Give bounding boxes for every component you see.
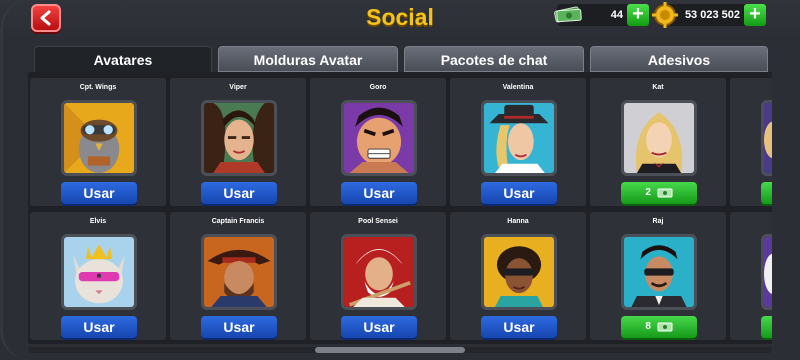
avatar-name: Valentina xyxy=(502,84,534,91)
avatar-name: Elvis xyxy=(89,218,107,225)
cash-counter: 44 + xyxy=(554,4,649,26)
use-avatar-button[interactable]: Usar xyxy=(61,182,137,204)
tab-adesivos[interactable]: Adesivos xyxy=(590,46,768,72)
avatar-portrait xyxy=(621,100,697,176)
avatar-card[interactable]: Captain Francis Usar xyxy=(170,212,306,340)
tab-bar: Avatares Molduras Avatar Pacotes de chat… xyxy=(34,46,768,74)
avatar-card[interactable]: Pool Sensei Usar xyxy=(310,212,446,340)
avatar-name: Raj xyxy=(652,218,664,225)
avatar-card[interactable]: Hanna Usar xyxy=(450,212,586,340)
use-avatar-button[interactable]: Usar xyxy=(481,316,557,338)
tab-molduras-avatar[interactable]: Molduras Avatar xyxy=(218,46,398,72)
avatar-card[interactable]: Cpt. Wings Usar xyxy=(30,78,166,206)
coin-icon xyxy=(652,2,678,28)
avatar-portrait xyxy=(761,234,772,310)
avatar-name: Hanna xyxy=(507,218,529,225)
avatar-card[interactable]: Goro Usar xyxy=(310,78,446,206)
buy-avatar-button[interactable] xyxy=(761,316,772,338)
avatar-card[interactable]: Viper Usar xyxy=(170,78,306,206)
tab-avatares[interactable]: Avatares xyxy=(34,46,212,74)
avatar-name: Viper xyxy=(229,84,247,91)
avatar-name: Goro xyxy=(369,84,387,91)
add-coins-button[interactable]: + xyxy=(744,4,766,26)
avatar-card[interactable]: Valentina Usar xyxy=(450,78,586,206)
avatar-portrait xyxy=(61,234,137,310)
avatar-portrait xyxy=(481,234,557,310)
buy-avatar-button[interactable] xyxy=(761,182,772,204)
use-avatar-button[interactable]: Usar xyxy=(61,316,137,338)
avatar-card-partial[interactable] xyxy=(730,78,772,206)
horizontal-scrollbar[interactable] xyxy=(28,347,772,353)
avatar-price: 2 xyxy=(645,187,651,198)
avatar-portrait xyxy=(201,100,277,176)
avatar-portrait xyxy=(481,100,557,176)
coins-counter: 53 023 502 + xyxy=(652,2,766,28)
avatar-portrait xyxy=(201,234,277,310)
avatar-card[interactable]: Raj 8 xyxy=(590,212,726,340)
tab-pacotes-de-chat[interactable]: Pacotes de chat xyxy=(404,46,584,72)
use-avatar-button[interactable]: Usar xyxy=(201,182,277,204)
avatar-name: Kat xyxy=(652,84,664,91)
avatar-name: Cpt. Wings xyxy=(79,84,117,91)
coins-amount: 53 023 502 xyxy=(684,9,740,21)
avatar-card[interactable]: Elvis Usar xyxy=(30,212,166,340)
avatar-grid: Cpt. Wings Usar Viper Usar Goro Usar Val… xyxy=(28,72,772,344)
add-cash-button[interactable]: + xyxy=(627,4,649,26)
avatar-price: 8 xyxy=(645,321,651,332)
cash-amount: 44 xyxy=(610,9,623,21)
cash-icon xyxy=(657,188,673,198)
use-avatar-button[interactable]: Usar xyxy=(481,182,557,204)
avatar-name: Pool Sensei xyxy=(358,218,398,225)
avatar-portrait xyxy=(621,234,697,310)
avatar-name: Captain Francis xyxy=(211,218,265,225)
scrollbar-thumb[interactable] xyxy=(315,347,465,353)
screen-edge-decoration xyxy=(0,0,30,360)
avatar-card[interactable]: Kat 2 xyxy=(590,78,726,206)
avatar-portrait xyxy=(61,100,137,176)
avatar-portrait xyxy=(341,234,417,310)
use-avatar-button[interactable]: Usar xyxy=(341,316,417,338)
cash-icon xyxy=(554,6,582,23)
avatar-card-partial[interactable] xyxy=(730,212,772,340)
cash-icon xyxy=(657,322,673,332)
avatar-portrait xyxy=(761,100,772,176)
use-avatar-button[interactable]: Usar xyxy=(341,182,417,204)
buy-avatar-button[interactable]: 2 xyxy=(621,182,697,204)
avatar-portrait xyxy=(341,100,417,176)
buy-avatar-button[interactable]: 8 xyxy=(621,316,697,338)
use-avatar-button[interactable]: Usar xyxy=(201,316,277,338)
